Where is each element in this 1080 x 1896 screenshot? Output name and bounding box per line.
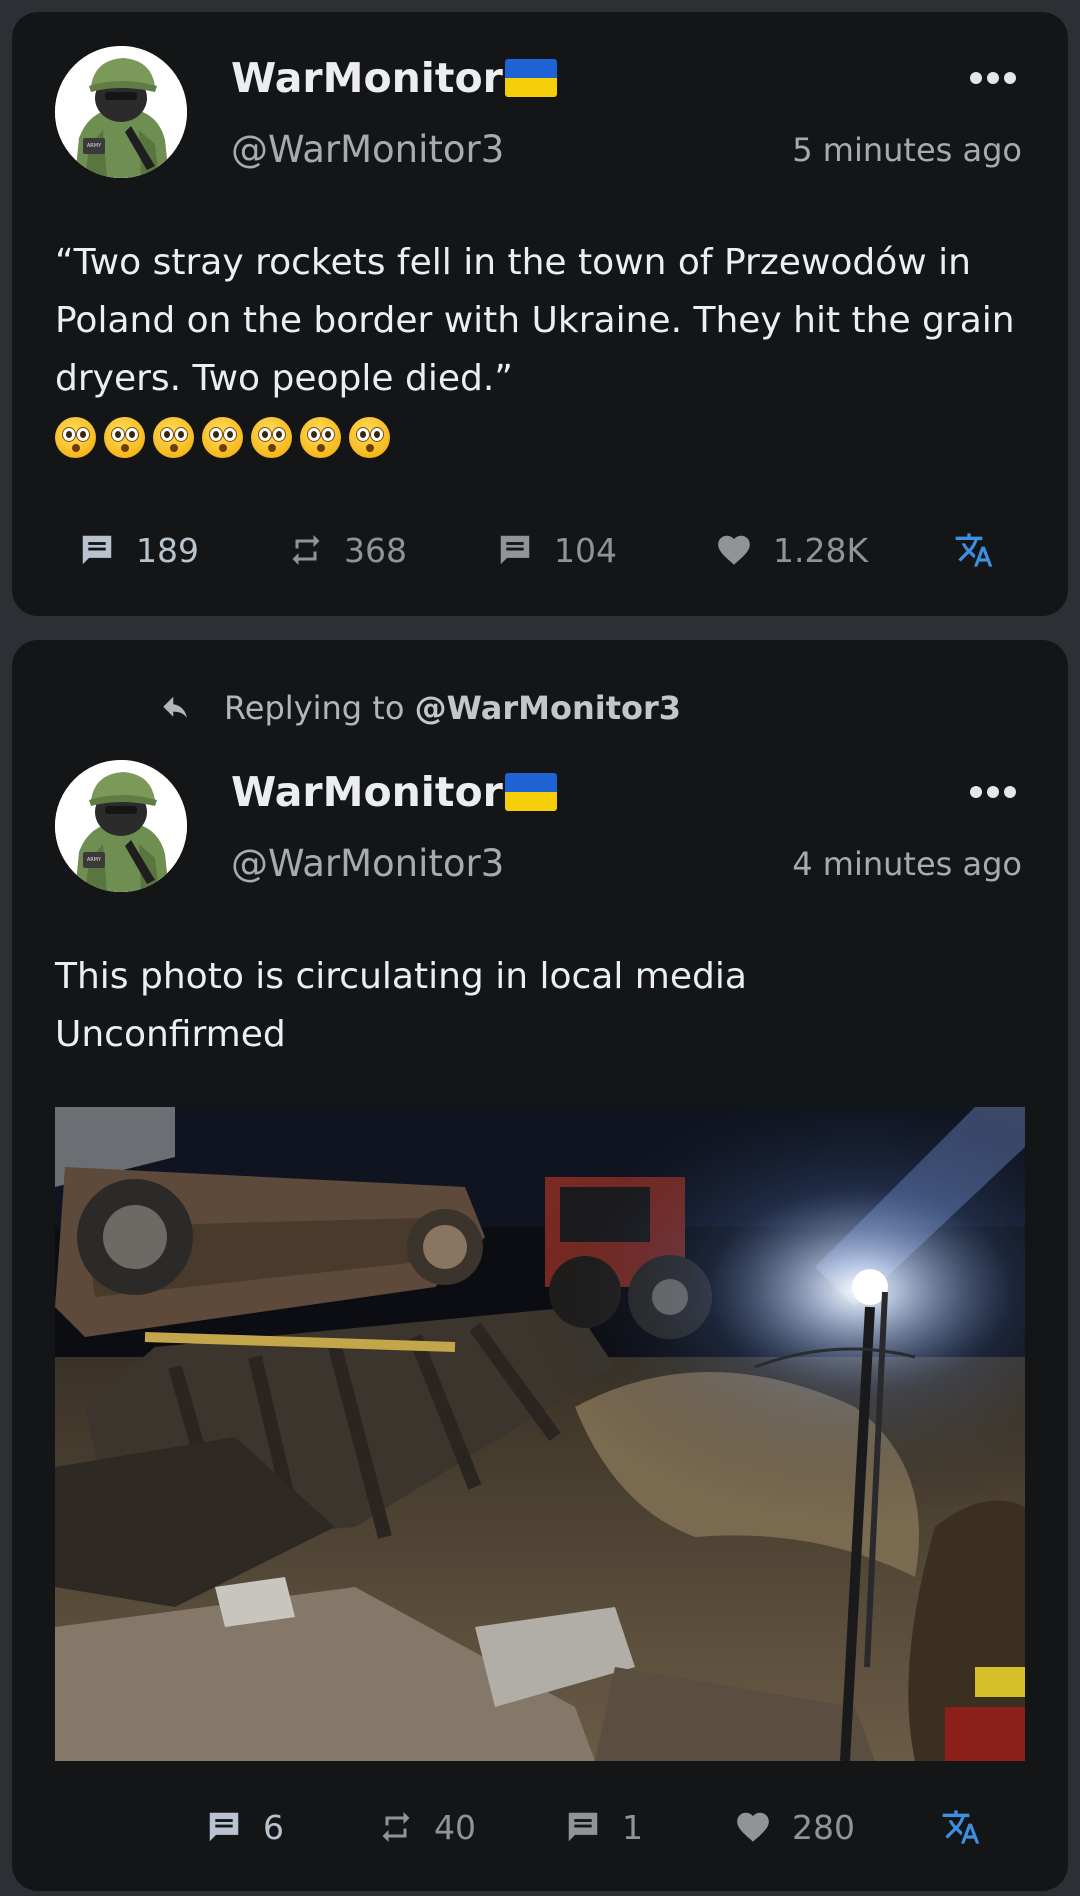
post-card[interactable]: Replying to @WarMonitor3 ARMY WarMonitor… (12, 640, 1068, 1891)
ukraine-flag-icon (504, 59, 557, 97)
like-button[interactable]: 280 (734, 1802, 855, 1852)
more-options-icon[interactable] (970, 72, 1016, 86)
like-button[interactable]: 1.28K (715, 525, 868, 575)
quote-icon (568, 1812, 598, 1842)
post-card[interactable]: ARMY WarMonitor @WarMonitor3 5 minutes a… (12, 12, 1068, 616)
emoji-row (55, 408, 1035, 466)
quote-button[interactable]: 104 (496, 525, 617, 575)
repost-icon (382, 1812, 410, 1842)
display-name-text: WarMonitor (231, 54, 503, 102)
quote-button[interactable]: 1 (564, 1802, 643, 1852)
translate-icon (942, 1810, 980, 1844)
soldier-avatar-icon: ARMY (55, 46, 187, 178)
soldier-avatar-icon: ARMY (55, 760, 187, 892)
like-count: 280 (792, 1807, 855, 1847)
repost-button[interactable]: 40 (378, 1802, 476, 1852)
comment-icon (82, 535, 112, 565)
reply-target[interactable]: @WarMonitor3 (415, 689, 681, 727)
timestamp: 5 minutes ago (792, 131, 1022, 169)
translate-button[interactable] (941, 1802, 981, 1852)
comment-icon (209, 1812, 239, 1842)
reply-prefix: Replying to (224, 689, 405, 727)
flushed-face-emoji (55, 417, 96, 458)
flushed-face-emoji (300, 417, 341, 458)
flushed-face-emoji (153, 417, 194, 458)
heart-icon (737, 1812, 769, 1842)
handle[interactable]: @WarMonitor3 (231, 128, 504, 172)
post-text-line: Unconfirmed (55, 1014, 286, 1055)
quote-count: 104 (554, 530, 617, 570)
avatar[interactable]: ARMY (55, 46, 187, 178)
post-text-line: This photo is circulating in local media (55, 956, 747, 997)
reply-button[interactable]: 189 (78, 525, 199, 575)
handle[interactable]: @WarMonitor3 (231, 842, 504, 886)
timestamp: 4 minutes ago (792, 845, 1022, 883)
repost-icon (292, 535, 320, 565)
like-count: 1.28K (773, 530, 869, 570)
svg-text:ARMY: ARMY (87, 143, 102, 149)
action-bar: 6 40 1 280 (12, 1802, 1068, 1852)
flushed-face-emoji (202, 417, 243, 458)
wreckage-photo (55, 1107, 1025, 1761)
display-name[interactable]: WarMonitor (231, 54, 557, 102)
repost-count: 368 (344, 530, 407, 570)
heart-icon (718, 535, 750, 565)
avatar[interactable]: ARMY (55, 760, 187, 892)
reply-count: 189 (136, 530, 199, 570)
repost-count: 40 (434, 1807, 476, 1847)
flushed-face-emoji (349, 417, 390, 458)
ukraine-flag-icon (504, 773, 557, 811)
replying-to[interactable]: Replying to @WarMonitor3 (162, 686, 681, 730)
quote-count: 1 (622, 1807, 643, 1847)
flushed-face-emoji (104, 417, 145, 458)
translate-button[interactable] (954, 525, 994, 575)
post-text: “Two stray rockets fell in the town of P… (55, 234, 1035, 466)
post-text-line: “Two stray rockets fell in the town of P… (55, 242, 971, 283)
reply-button[interactable]: 6 (205, 1802, 284, 1852)
flushed-face-emoji (251, 417, 292, 458)
post-text: This photo is circulating in local media… (55, 948, 1035, 1064)
reply-arrow-icon (163, 696, 187, 718)
post-text-line: Poland on the border with Ukraine. They … (55, 300, 1015, 341)
repost-button[interactable]: 368 (288, 525, 407, 575)
post-media-photo[interactable] (55, 1107, 1025, 1761)
svg-text:ARMY: ARMY (87, 857, 102, 863)
action-bar: 189 368 104 1.28K (12, 525, 1068, 575)
quote-icon (500, 535, 530, 565)
display-name[interactable]: WarMonitor (231, 768, 557, 816)
more-options-icon[interactable] (970, 786, 1016, 800)
reply-count: 6 (263, 1807, 284, 1847)
translate-icon (955, 533, 993, 567)
display-name-text: WarMonitor (231, 768, 503, 816)
post-text-line: dryers. Two people died.” (55, 358, 513, 399)
